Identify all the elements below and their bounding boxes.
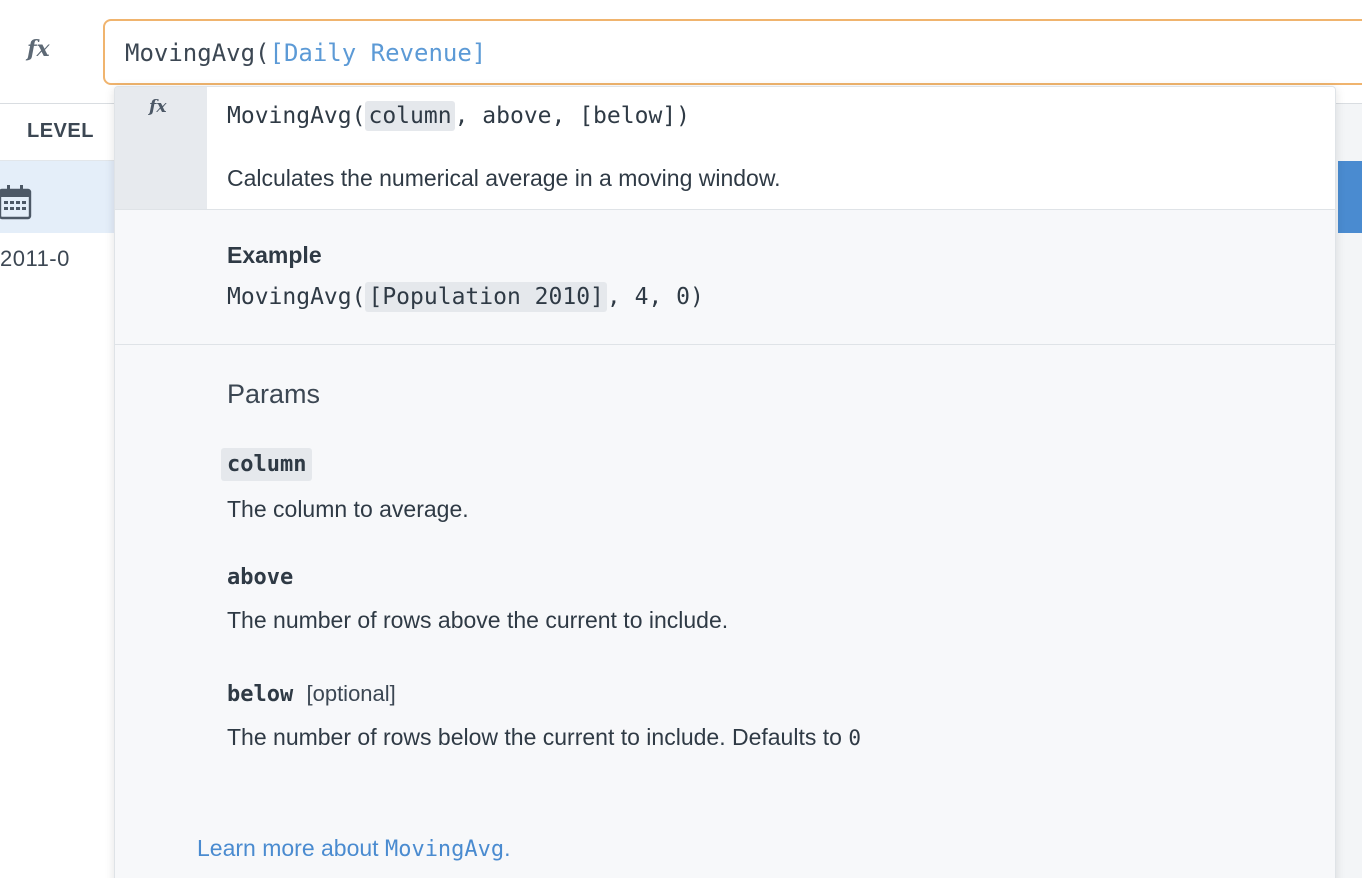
example-section: Example MovingAvg([Population 2010], 4, … bbox=[115, 210, 1335, 345]
param-name-above: above bbox=[227, 565, 293, 590]
formula-column-reference: [Daily Revenue] bbox=[269, 39, 487, 67]
function-suggestion-item[interactable]: fx MovingAvg(column, above, [below]) Cal… bbox=[115, 87, 1335, 210]
signature-current-param: column bbox=[365, 101, 455, 131]
learn-more-prefix: Learn more about bbox=[197, 835, 385, 861]
signature-function-name: MovingAvg( bbox=[227, 103, 366, 129]
example-code: MovingAvg([Population 2010], 4, 0) bbox=[227, 282, 704, 312]
app-stage: LEVEL 2011-0 fx MovingAvg([Daily Revenue… bbox=[0, 0, 1362, 878]
param-optional-label: [optional] bbox=[306, 681, 396, 706]
suggestion-content: MovingAvg(column, above, [below]) Calcul… bbox=[207, 87, 1335, 209]
learn-more-function-name: MovingAvg bbox=[384, 837, 505, 862]
formula-text: MovingAvg([Daily Revenue] bbox=[125, 39, 486, 67]
example-code-prefix: MovingAvg( bbox=[227, 284, 366, 310]
formula-input[interactable]: MovingAvg([Daily Revenue] bbox=[103, 19, 1362, 85]
fx-icon: fx bbox=[27, 36, 50, 62]
param-name-text: column bbox=[227, 452, 307, 477]
param-description-text: The number of rows below the current to … bbox=[227, 724, 849, 750]
learn-more-suffix: . bbox=[504, 835, 511, 861]
param-name-below: below [optional] bbox=[227, 681, 396, 707]
param-default-value: 0 bbox=[848, 726, 861, 750]
example-code-column: [Population 2010] bbox=[365, 282, 607, 312]
function-signature: MovingAvg(column, above, [below]) bbox=[227, 101, 690, 131]
date-cell[interactable]: 2011-0 bbox=[0, 246, 70, 272]
signature-rest: , above, [below]) bbox=[454, 103, 690, 129]
formula-function-text: MovingAvg( bbox=[125, 39, 270, 67]
function-help-popup: fx MovingAvg(column, above, [below]) Cal… bbox=[114, 86, 1336, 878]
param-description-column: The column to average. bbox=[227, 496, 469, 522]
function-icon: fx bbox=[149, 97, 167, 117]
learn-more-link[interactable]: Learn more about MovingAvg. bbox=[197, 835, 511, 862]
scrollbar-thumb[interactable] bbox=[1338, 161, 1362, 233]
calendar-icon bbox=[0, 185, 32, 220]
param-description-below: The number of rows below the current to … bbox=[227, 724, 861, 751]
param-description-above: The number of rows above the current to … bbox=[227, 607, 729, 633]
function-description: Calculates the numerical average in a mo… bbox=[227, 165, 781, 191]
param-name-text: below bbox=[227, 682, 294, 707]
param-name-column: column bbox=[221, 448, 313, 481]
suggestion-icon-cell: fx bbox=[115, 87, 207, 209]
params-title: Params bbox=[227, 379, 321, 409]
example-title: Example bbox=[227, 242, 322, 268]
example-code-suffix: , 4, 0) bbox=[606, 284, 704, 310]
column-header-level[interactable]: LEVEL bbox=[27, 120, 94, 143]
param-name-text: above bbox=[227, 565, 294, 590]
